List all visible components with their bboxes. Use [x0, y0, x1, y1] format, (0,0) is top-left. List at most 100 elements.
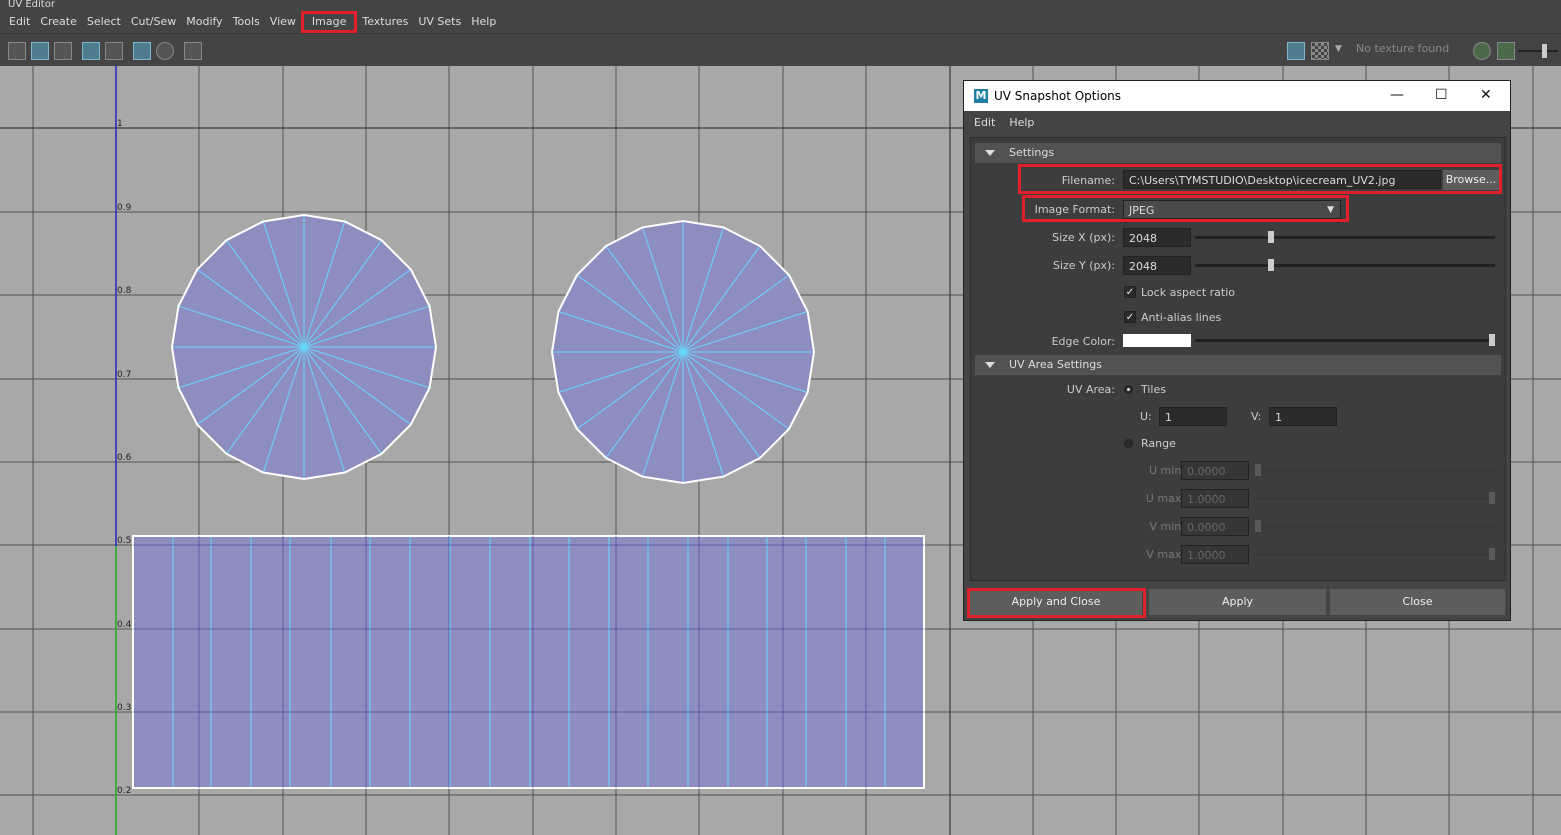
filename-label: Filename:	[1061, 174, 1115, 187]
filename-field[interactable]: C:\Users\TYMSTUDIO\Desktop\icecream_UV2.…	[1123, 170, 1441, 189]
v-tile-field[interactable]: 1	[1269, 407, 1337, 426]
menu-modify[interactable]: Modify	[181, 11, 227, 33]
dialog-menubar: Edit Help	[964, 111, 1510, 133]
menu-view[interactable]: View	[265, 11, 301, 33]
umin-slider	[1253, 469, 1495, 472]
u-tile-field[interactable]: 1	[1159, 407, 1227, 426]
size-y-field[interactable]: 2048	[1123, 256, 1191, 275]
tiles-radio[interactable]	[1124, 385, 1133, 394]
uv-shell-strip-fill	[133, 536, 924, 788]
pixel-snap-icon[interactable]	[105, 42, 123, 60]
uv-area-section-header[interactable]: UV Area Settings	[975, 355, 1501, 375]
menu-image[interactable]: Image	[300, 11, 358, 33]
uv-shaded-icon[interactable]	[31, 42, 49, 60]
vmax-slider-knob	[1489, 548, 1495, 560]
chevron-down-icon[interactable]: ▼	[1335, 44, 1342, 54]
vmax-field: 1.0000	[1181, 545, 1249, 564]
v-tick-label: 0.6	[117, 453, 132, 463]
minimize-icon[interactable]: —	[1390, 87, 1404, 103]
tiles-label: Tiles	[1141, 383, 1166, 396]
v-tick-label: 0.9	[117, 203, 132, 213]
umax-field: 1.0000	[1181, 489, 1249, 508]
toolbar: ▼ No texture found	[0, 33, 1561, 66]
image-format-select[interactable]: JPEG ▼	[1123, 200, 1341, 219]
collapse-triangle-icon[interactable]	[985, 150, 995, 156]
edge-color-swatch[interactable]	[1123, 334, 1191, 347]
exposure-slider[interactable]	[1518, 50, 1558, 52]
v-tick-label: 0.2	[117, 786, 131, 796]
vmax-slider	[1253, 553, 1495, 556]
vmin-label: V min:	[1149, 520, 1185, 533]
settings-header-label: Settings	[1009, 146, 1055, 159]
uv-layout-icon[interactable]	[8, 42, 26, 60]
antialias-checkbox[interactable]: ✓	[1124, 311, 1136, 323]
menu-select[interactable]: Select	[82, 11, 126, 33]
size-x-slider[interactable]	[1195, 236, 1495, 239]
menu-create[interactable]: Create	[35, 11, 82, 33]
apply-and-close-button[interactable]: Apply and Close	[970, 589, 1142, 615]
isolate-icon[interactable]	[156, 42, 174, 60]
menu-textures[interactable]: Textures	[357, 11, 413, 33]
antialias-label: Anti-alias lines	[1141, 311, 1222, 324]
apply-button[interactable]: Apply	[1149, 589, 1326, 615]
uv-area-label: UV Area:	[1066, 383, 1115, 396]
umin-label: U min:	[1149, 464, 1185, 477]
display-image-icon[interactable]	[1287, 42, 1305, 60]
exposure-slider-knob[interactable]	[1542, 44, 1547, 58]
close-icon[interactable]: ✕	[1480, 87, 1492, 103]
range-radio[interactable]	[1124, 439, 1133, 448]
size-x-label: Size X (px):	[1052, 231, 1115, 244]
v-tick-label: 0.8	[117, 286, 132, 296]
umin-field: 0.0000	[1181, 461, 1249, 480]
size-y-slider[interactable]	[1195, 264, 1495, 267]
image-exposure-icon[interactable]	[1497, 42, 1515, 60]
browse-button[interactable]: Browse...	[1443, 170, 1499, 190]
menu-edit[interactable]: Edit	[4, 11, 35, 33]
size-y-label: Size Y (px):	[1052, 259, 1115, 272]
uv-snapshot-dialog: M UV Snapshot Options — ☐ ✕ Edit Help Se…	[963, 80, 1511, 621]
grid-toggle-icon[interactable]	[82, 42, 100, 60]
v-tick-label: 0.4	[117, 620, 132, 630]
window-title: UV Editor	[0, 0, 1561, 11]
settings-section-header[interactable]: Settings	[975, 143, 1501, 163]
lock-aspect-checkbox[interactable]: ✓	[1124, 286, 1136, 298]
v-tick-label: 1	[117, 119, 123, 129]
menu-tools[interactable]: Tools	[228, 11, 265, 33]
image-format-label: Image Format:	[1034, 203, 1115, 216]
u-label: U:	[1140, 410, 1152, 423]
edge-color-slider-knob[interactable]	[1489, 334, 1495, 346]
dialog-titlebar: M UV Snapshot Options — ☐ ✕	[964, 81, 1510, 111]
vmin-field: 0.0000	[1181, 517, 1249, 536]
umax-label: U max:	[1145, 492, 1185, 505]
uv-distortion-icon[interactable]	[54, 42, 72, 60]
dialog-menu-help[interactable]: Help	[1009, 116, 1034, 129]
vmin-slider-knob	[1255, 520, 1261, 532]
size-x-field[interactable]: 2048	[1123, 228, 1191, 247]
checker-icon[interactable]	[133, 42, 151, 60]
lock-aspect-label: Lock aspect ratio	[1141, 286, 1236, 299]
umax-slider-knob	[1489, 492, 1495, 504]
menu-cut-sew[interactable]: Cut/Sew	[126, 11, 181, 33]
v-tick-label: 0.7	[117, 370, 131, 380]
options-panel: Settings Filename: C:\Users\TYMSTUDIO\De…	[970, 137, 1506, 581]
texture-status: No texture found	[1356, 42, 1450, 55]
close-button[interactable]: Close	[1330, 589, 1505, 615]
checker-pattern-icon[interactable]	[1311, 42, 1329, 60]
v-tick-label: 0.3	[117, 703, 131, 713]
snapshot-camera-icon[interactable]	[184, 42, 202, 60]
size-x-slider-knob[interactable]	[1268, 231, 1274, 243]
collapse-triangle-icon[interactable]	[985, 362, 995, 368]
maximize-icon[interactable]: ☐	[1435, 87, 1448, 103]
dialog-menu-edit[interactable]: Edit	[974, 116, 995, 129]
range-label: Range	[1141, 437, 1176, 450]
menu-help[interactable]: Help	[466, 11, 501, 33]
v-label: V:	[1251, 410, 1262, 423]
umin-slider-knob	[1255, 464, 1261, 476]
menu-uv-sets[interactable]: UV Sets	[413, 11, 466, 33]
rgb-channel-icon[interactable]	[1473, 42, 1491, 60]
edge-color-label: Edge Color:	[1051, 335, 1115, 348]
v-tick-label: 0.5	[117, 536, 131, 546]
chevron-down-icon[interactable]: ▼	[1327, 201, 1334, 220]
edge-color-slider[interactable]	[1195, 339, 1495, 342]
size-y-slider-knob[interactable]	[1268, 259, 1274, 271]
